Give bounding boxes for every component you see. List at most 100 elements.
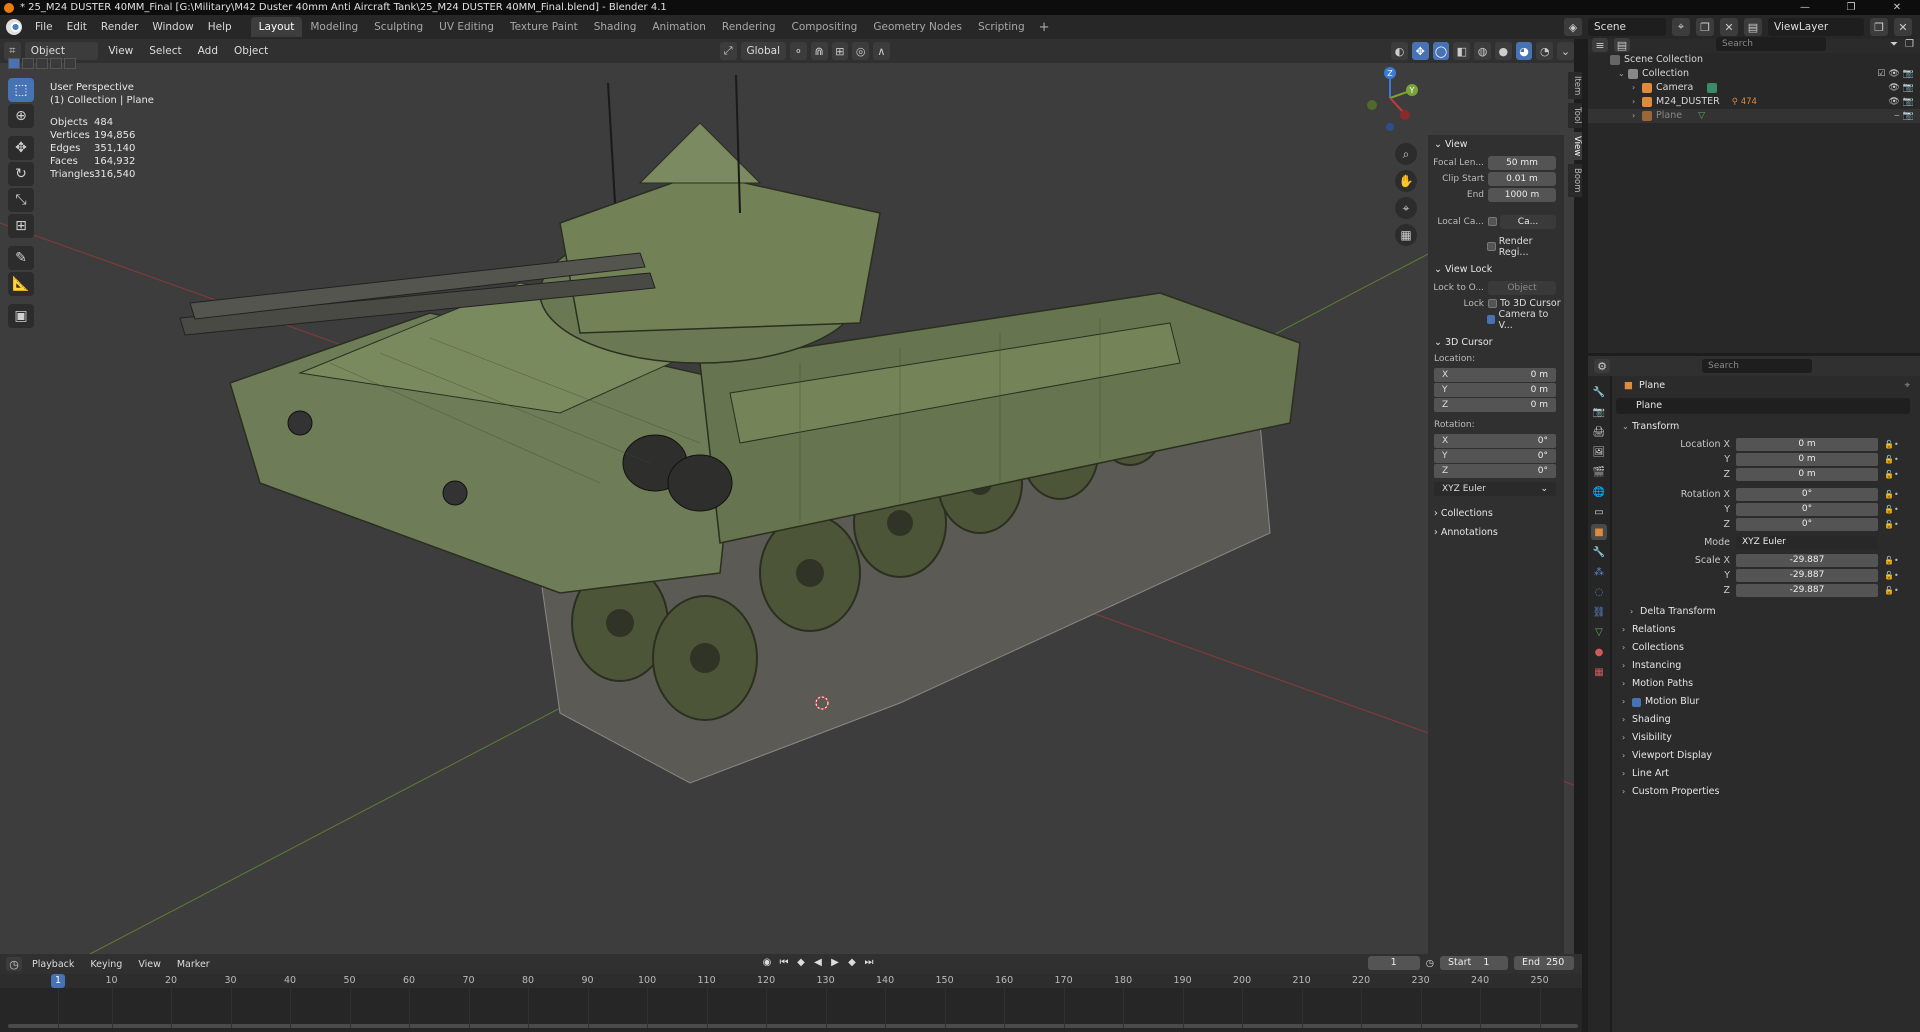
cursor-rotation-x[interactable]: X 0° xyxy=(1434,434,1556,448)
xray-icon[interactable]: ◧ xyxy=(1453,42,1471,60)
add-cube-tool-icon[interactable]: ▣ xyxy=(8,304,34,328)
hidden-eye-icon[interactable]: ⌣ xyxy=(1894,109,1900,123)
scene-tab-icon[interactable]: 🎬 xyxy=(1591,464,1607,480)
delete-scene-icon[interactable]: ✕ xyxy=(1720,18,1738,36)
add-workspace-button[interactable]: + xyxy=(1033,20,1056,35)
tab-geometry-nodes[interactable]: Geometry Nodes xyxy=(865,17,970,37)
tool-tab-icon[interactable]: 🔧 xyxy=(1591,384,1607,400)
camera-render-icon[interactable]: 📷 xyxy=(1903,95,1914,109)
new-scene-icon[interactable]: ❐ xyxy=(1696,18,1714,36)
instancing-section-header[interactable]: › Instancing xyxy=(1612,657,1920,675)
lock-icon[interactable]: 🔓• xyxy=(1878,556,1908,565)
overlay-icon[interactable]: ◯ xyxy=(1432,42,1450,60)
delete-view-layer-icon[interactable]: ✕ xyxy=(1894,18,1912,36)
menu-add[interactable]: Add xyxy=(192,39,224,63)
end-frame-field[interactable]: End 250 xyxy=(1514,956,1574,970)
view-lock-section-header[interactable]: ⌄ View Lock xyxy=(1428,260,1564,279)
move-tool-icon[interactable]: ✥ xyxy=(8,136,34,160)
scale-x-field[interactable]: -29.887 xyxy=(1736,553,1878,567)
particles-tab-icon[interactable]: ⁂ xyxy=(1591,564,1607,580)
output-tab-icon[interactable]: 🖨 xyxy=(1591,424,1607,440)
lock-icon[interactable]: 🔓• xyxy=(1878,440,1908,449)
render-tab-icon[interactable]: 📷 xyxy=(1591,404,1607,420)
snap-target-icon[interactable]: ⊞ xyxy=(831,42,849,60)
motion-blur-checkbox[interactable] xyxy=(1632,697,1641,707)
line-art-section-header[interactable]: › Line Art xyxy=(1612,765,1920,783)
modifier-tab-icon[interactable]: 🔧 xyxy=(1591,544,1607,560)
tab-texture-paint[interactable]: Texture Paint xyxy=(502,17,586,37)
motion-blur-section-header[interactable]: › Motion Blur xyxy=(1612,693,1920,711)
lock-3d-cursor-checkbox[interactable] xyxy=(1488,299,1497,308)
local-camera-field[interactable]: Ca... xyxy=(1500,214,1556,229)
gizmo-icon[interactable]: ✥ xyxy=(1411,42,1429,60)
constraints-tab-icon[interactable]: ⛓ xyxy=(1591,604,1607,620)
select-intersect-icon[interactable] xyxy=(64,58,76,69)
scale-z-field[interactable]: -29.887 xyxy=(1736,583,1878,597)
close-button[interactable]: ✕ xyxy=(1874,0,1920,15)
select-box-tool-icon[interactable]: ⬚ xyxy=(8,78,34,102)
material-shading-icon[interactable]: ◕ xyxy=(1515,42,1533,60)
menu-file[interactable]: File xyxy=(28,15,60,39)
prev-keyframe-icon[interactable]: ◆ xyxy=(794,956,808,970)
eye-icon[interactable]: 👁 xyxy=(1888,67,1899,81)
menu-view[interactable]: View xyxy=(102,39,139,63)
focal-length-field[interactable]: 50 mm xyxy=(1488,155,1556,170)
scene-field[interactable]: Scene xyxy=(1588,18,1666,36)
object-tab-icon[interactable]: ■ xyxy=(1591,524,1607,540)
texture-tab-icon[interactable]: ▦ xyxy=(1591,664,1607,680)
render-region-checkbox[interactable] xyxy=(1486,242,1496,251)
tab-compositing[interactable]: Compositing xyxy=(784,17,866,37)
minimize-button[interactable]: — xyxy=(1782,0,1828,15)
transform-section-header[interactable]: ⌄ Transform xyxy=(1612,418,1920,436)
falloff-icon[interactable]: ∧ xyxy=(873,42,890,60)
relations-section-header[interactable]: › Relations xyxy=(1612,621,1920,639)
zoom-icon[interactable]: ⌕ xyxy=(1395,143,1417,165)
expand-chevron-icon[interactable]: ⌄ xyxy=(1618,67,1628,81)
scale-tool-icon[interactable]: ⤡ xyxy=(8,188,34,212)
3d-cursor-section-header[interactable]: ⌄ 3D Cursor xyxy=(1428,333,1564,352)
collections-section-header[interactable]: › Collections xyxy=(1612,639,1920,657)
n-tab-item[interactable]: Item xyxy=(1568,72,1582,100)
navigation-gizmo[interactable]: Z Y xyxy=(1360,63,1420,138)
outliner-search[interactable]: Search xyxy=(1716,37,1826,51)
lock-icon[interactable]: 🔓• xyxy=(1878,571,1908,580)
solid-shading-icon[interactable]: ● xyxy=(1494,42,1512,60)
eye-icon[interactable]: 👁 xyxy=(1888,95,1899,109)
cursor-rotation-y[interactable]: Y 0° xyxy=(1434,449,1556,463)
material-tab-icon[interactable]: ● xyxy=(1591,644,1607,660)
tab-rendering[interactable]: Rendering xyxy=(714,17,784,37)
rotation-mode-dropdown[interactable]: XYZ Euler xyxy=(1736,535,1878,549)
tab-modeling[interactable]: Modeling xyxy=(302,17,366,37)
location-y-field[interactable]: 0 m xyxy=(1736,452,1878,466)
local-camera-checkbox[interactable] xyxy=(1488,217,1497,226)
lock-icon[interactable]: 🔓• xyxy=(1878,520,1908,529)
select-extend-icon[interactable] xyxy=(22,58,34,69)
ortho-grid-icon[interactable]: ▦ xyxy=(1395,224,1417,246)
wireframe-shading-icon[interactable]: ◍ xyxy=(1474,42,1491,60)
scene-icon[interactable]: ◈ xyxy=(1564,18,1582,36)
filter-icon[interactable]: ⏷ xyxy=(1890,39,1898,50)
camera-render-icon[interactable]: 📷 xyxy=(1903,109,1914,123)
menu-marker[interactable]: Marker xyxy=(171,959,216,970)
cursor-location-x[interactable]: X0 m xyxy=(1434,368,1556,382)
viewport-display-section-header[interactable]: › Viewport Display xyxy=(1612,747,1920,765)
outliner-row-collection[interactable]: ⌄ Collection ☑ 👁 📷 xyxy=(1588,67,1920,81)
menu-keying[interactable]: Keying xyxy=(84,959,128,970)
outliner-editor-icon[interactable]: ≡ xyxy=(1592,38,1608,52)
object-name-field[interactable]: Plane xyxy=(1616,398,1910,414)
clock-icon[interactable]: ◷ xyxy=(1426,958,1434,969)
new-view-layer-icon[interactable]: ❐ xyxy=(1870,18,1888,36)
next-keyframe-icon[interactable]: ◆ xyxy=(845,956,859,970)
select-subtract-icon[interactable] xyxy=(36,58,48,69)
rotation-y-field[interactable]: 0° xyxy=(1736,502,1878,516)
snap-icon[interactable]: ⋒ xyxy=(810,42,828,60)
rotation-mode-dropdown[interactable]: XYZ Euler ⌄ xyxy=(1434,482,1556,496)
camera-view-icon[interactable]: ⌖ xyxy=(1395,197,1417,219)
record-icon[interactable]: ◉ xyxy=(760,956,774,970)
menu-playback[interactable]: Playback xyxy=(26,959,80,970)
tab-scripting[interactable]: Scripting xyxy=(970,17,1033,37)
playhead[interactable]: 1 xyxy=(51,974,65,988)
cursor-location-z[interactable]: Z0 m xyxy=(1434,398,1556,412)
menu-timeline-view[interactable]: View xyxy=(132,959,167,970)
select-invert-icon[interactable] xyxy=(50,58,62,69)
